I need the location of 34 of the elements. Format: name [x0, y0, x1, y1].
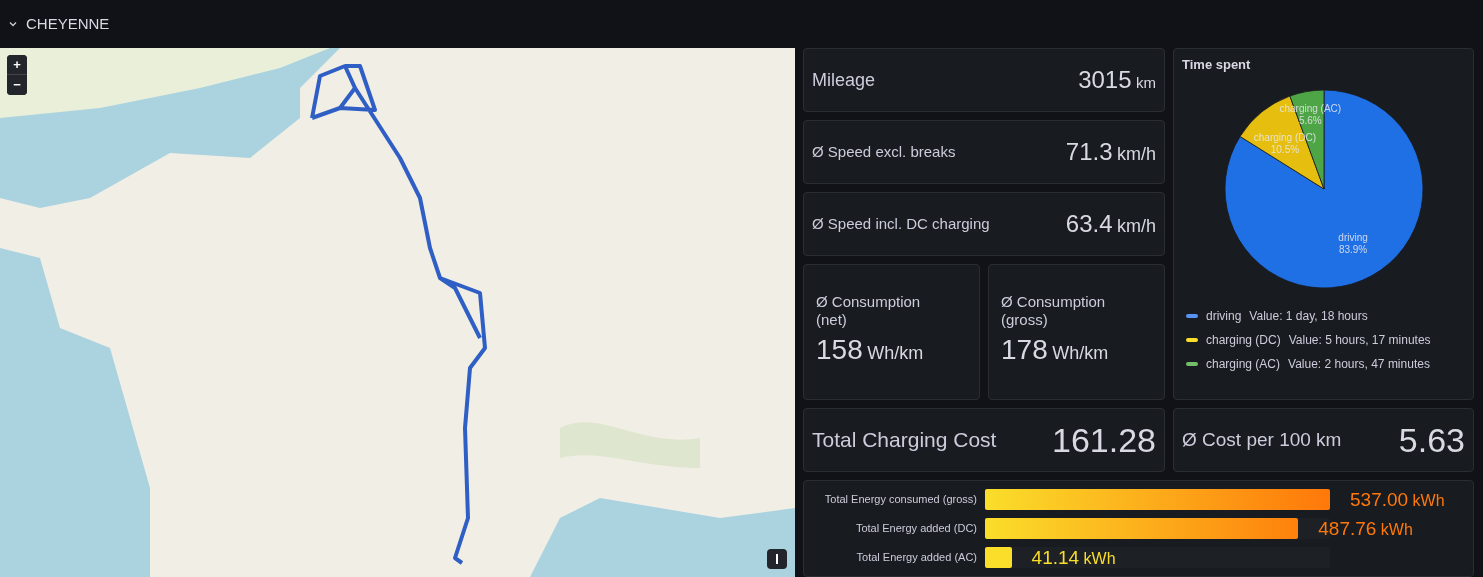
legend-value: Value: 2 hours, 47 minutes	[1288, 355, 1430, 373]
panel-title: Time spent	[1182, 56, 1252, 74]
stat-label: Total Charging Cost	[812, 427, 997, 454]
stat-value: 5.63	[1398, 419, 1465, 461]
legend-label[interactable]: charging (AC)	[1206, 354, 1281, 373]
stat-label: Ø Speed incl. DC charging	[812, 213, 990, 234]
stat-value: 158 Wh/km	[816, 333, 925, 367]
legend-value: Value: 5 hours, 17 minutes	[1288, 331, 1431, 349]
info-icon[interactable]	[767, 549, 787, 569]
bar-value: 487.76 kWh	[1318, 519, 1413, 538]
stat-label: Ø Consumption (gross)	[1001, 293, 1107, 329]
row-title[interactable]: CHEYENNE	[26, 12, 110, 36]
stat-label: Ø Speed excl. breaks	[812, 141, 956, 162]
legend-value: Value: 1 day, 18 hours	[1249, 307, 1368, 325]
stat-value: 3015 km	[1078, 65, 1156, 95]
zoom-in-button[interactable]: +	[7, 55, 27, 75]
bar-value: 41.14 kWh	[1031, 548, 1116, 567]
map-panel[interactable]: + −	[0, 48, 795, 577]
stat-label: Mileage	[812, 68, 876, 92]
slice-label: driving 83.9%	[1337, 232, 1368, 255]
bar-label: Total Energy added (AC)	[855, 552, 977, 563]
stat-label: Ø Consumption (net)	[816, 293, 922, 329]
bar-label: Total Energy consumed (gross)	[823, 494, 977, 505]
bar-label: Total Energy added (DC)	[854, 523, 977, 534]
stat-value: 178 Wh/km	[1001, 333, 1110, 367]
stat-label: Ø Cost per 100 km	[1182, 427, 1342, 452]
stat-value: 71.3 km/h	[1065, 137, 1156, 167]
chevron-icon[interactable]	[8, 19, 18, 29]
legend-label[interactable]: charging (DC)	[1206, 330, 1281, 349]
legend-label[interactable]: driving	[1206, 306, 1242, 325]
zoom-out-button[interactable]: −	[7, 75, 27, 95]
stat-value: 161.28	[1052, 419, 1156, 461]
stat-value: 63.4 km/h	[1065, 209, 1156, 239]
bar-value: 537.00 kWh	[1350, 490, 1445, 509]
